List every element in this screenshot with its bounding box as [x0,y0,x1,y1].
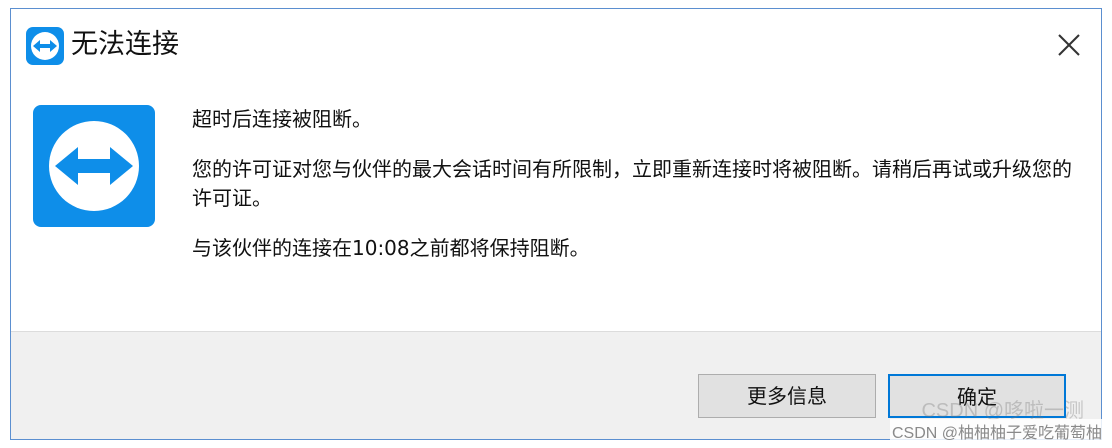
message-line-timeout: 超时后连接被阻断。 [192,107,372,131]
title-bar: 无法连接 [11,9,1101,79]
dialog-window: 无法连接 超时后连接被阻断。 您的许可证对您与伙伴的最大会话时间有所限制，立即重… [10,8,1102,440]
window-title: 无法连接 [71,29,179,60]
teamviewer-logo-icon [33,105,155,227]
watermark: CSDN @柚柚柚子爱吃葡萄柚 [889,419,1104,443]
more-info-button[interactable]: 更多信息 [698,374,876,418]
close-icon[interactable] [1051,27,1087,63]
teamviewer-logo-icon [26,27,64,65]
message-line-blocked-until: 与该伙伴的连接在10:08之前都将保持阻断。 [192,236,590,260]
message-line-license: 您的许可证对您与伙伴的最大会话时间有所限制，立即重新连接时将被阻断。请稍后再试或… [192,157,1072,210]
message-body: 超时后连接被阻断。 您的许可证对您与伙伴的最大会话时间有所限制，立即重新连接时将… [192,105,1082,263]
